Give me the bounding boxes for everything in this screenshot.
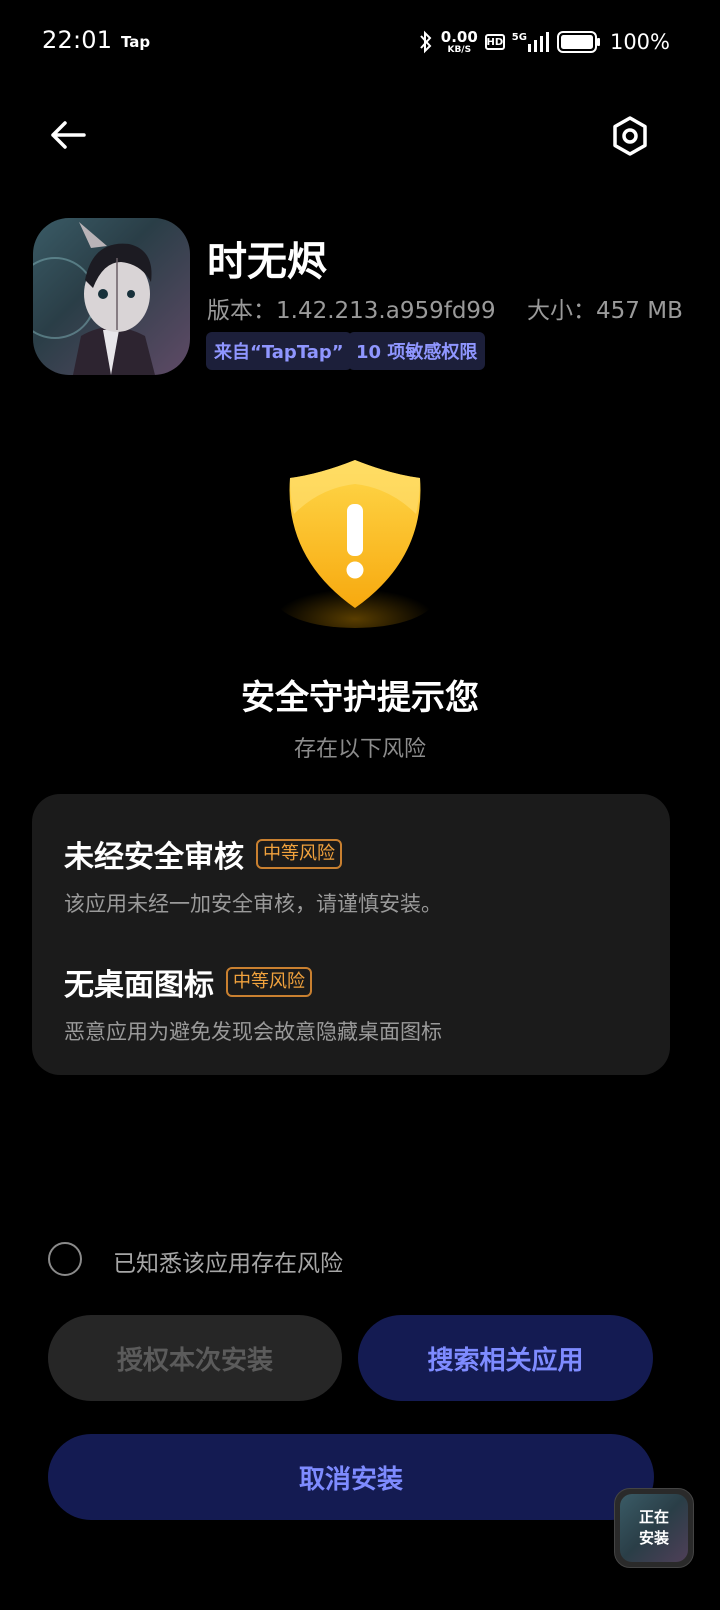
app-name: 时无烬: [207, 239, 327, 285]
size-label: 大小：: [527, 298, 597, 324]
cancel-install-button[interactable]: 取消安装: [48, 1434, 654, 1520]
installing-line2: 安装: [638, 1529, 669, 1547]
authorize-install-button[interactable]: 授权本次安装: [48, 1315, 342, 1401]
net-speed-unit: KB/S: [447, 44, 472, 55]
app-meta: 版本：1.42.213.a959fd99 大小：457 MB: [207, 291, 683, 325]
risk-level-badge: 中等风险: [256, 839, 342, 869]
app-artwork-icon: [33, 222, 155, 375]
size-value: 457 MB: [596, 298, 683, 324]
battery-icon: [556, 31, 600, 53]
net-speed-value: 0.00: [440, 27, 478, 46]
warning-shield: [270, 448, 440, 628]
hd-icon: HD: [484, 34, 505, 50]
risk-item: 未经安全审核 中等风险 该应用未经一加安全审核，请谨慎安装。: [64, 832, 442, 918]
acknowledge-radio[interactable]: [48, 1242, 82, 1276]
search-related-apps-button[interactable]: 搜索相关应用: [358, 1315, 653, 1401]
bluetooth-icon: [420, 30, 432, 54]
warning-subtitle: 存在以下风险: [293, 737, 426, 762]
signal-icon: 5G: [512, 32, 550, 52]
installing-line1: 正在: [638, 1508, 669, 1526]
risk-title: 无桌面图标: [64, 968, 214, 1003]
risk-card: 未经安全审核 中等风险 该应用未经一加安全审核，请谨慎安装。 无桌面图标 中等风…: [32, 794, 670, 1075]
arrow-left-icon: [51, 121, 86, 149]
settings-button[interactable]: [606, 112, 654, 160]
source-tag[interactable]: 来自“TapTap”: [206, 332, 352, 370]
status-indicators: 0.00 KB/S HD 5G 100%: [418, 24, 670, 60]
warning-title: 安全守护提示您: [241, 678, 479, 718]
risk-item: 无桌面图标 中等风险 恶意应用为避免发现会故意隐藏桌面图标: [64, 960, 442, 1046]
risk-level-badge: 中等风险: [226, 967, 312, 997]
gear-hexagon-icon: [613, 116, 647, 156]
risk-description: 该应用未经一加安全审核，请谨慎安装。: [64, 892, 442, 916]
installing-floating-bubble[interactable]: 正在 安装: [614, 1488, 694, 1568]
risk-title: 未经安全审核: [64, 840, 244, 875]
status-time: 22:01: [42, 26, 113, 54]
signal-type: 5G: [511, 32, 527, 43]
app-icon: [33, 218, 190, 375]
warning-shield-icon: [275, 460, 435, 628]
battery-percent: 100%: [609, 30, 670, 54]
acknowledge-label[interactable]: 已知悉该应用存在风险: [113, 1244, 343, 1278]
installing-status: 正在 安装: [620, 1494, 688, 1562]
tap-notification-icon: Tap: [121, 33, 151, 51]
risk-description: 恶意应用为避免发现会故意隐藏桌面图标: [64, 1020, 442, 1044]
signal-bars-icon: [527, 32, 549, 52]
permissions-tag[interactable]: 10 项敏感权限: [348, 332, 486, 370]
back-button[interactable]: [46, 114, 90, 158]
net-speed: 0.00 KB/S: [440, 27, 478, 55]
version-value: 1.42.213.a959fd99: [276, 298, 496, 324]
version-label: 版本：: [207, 298, 276, 324]
